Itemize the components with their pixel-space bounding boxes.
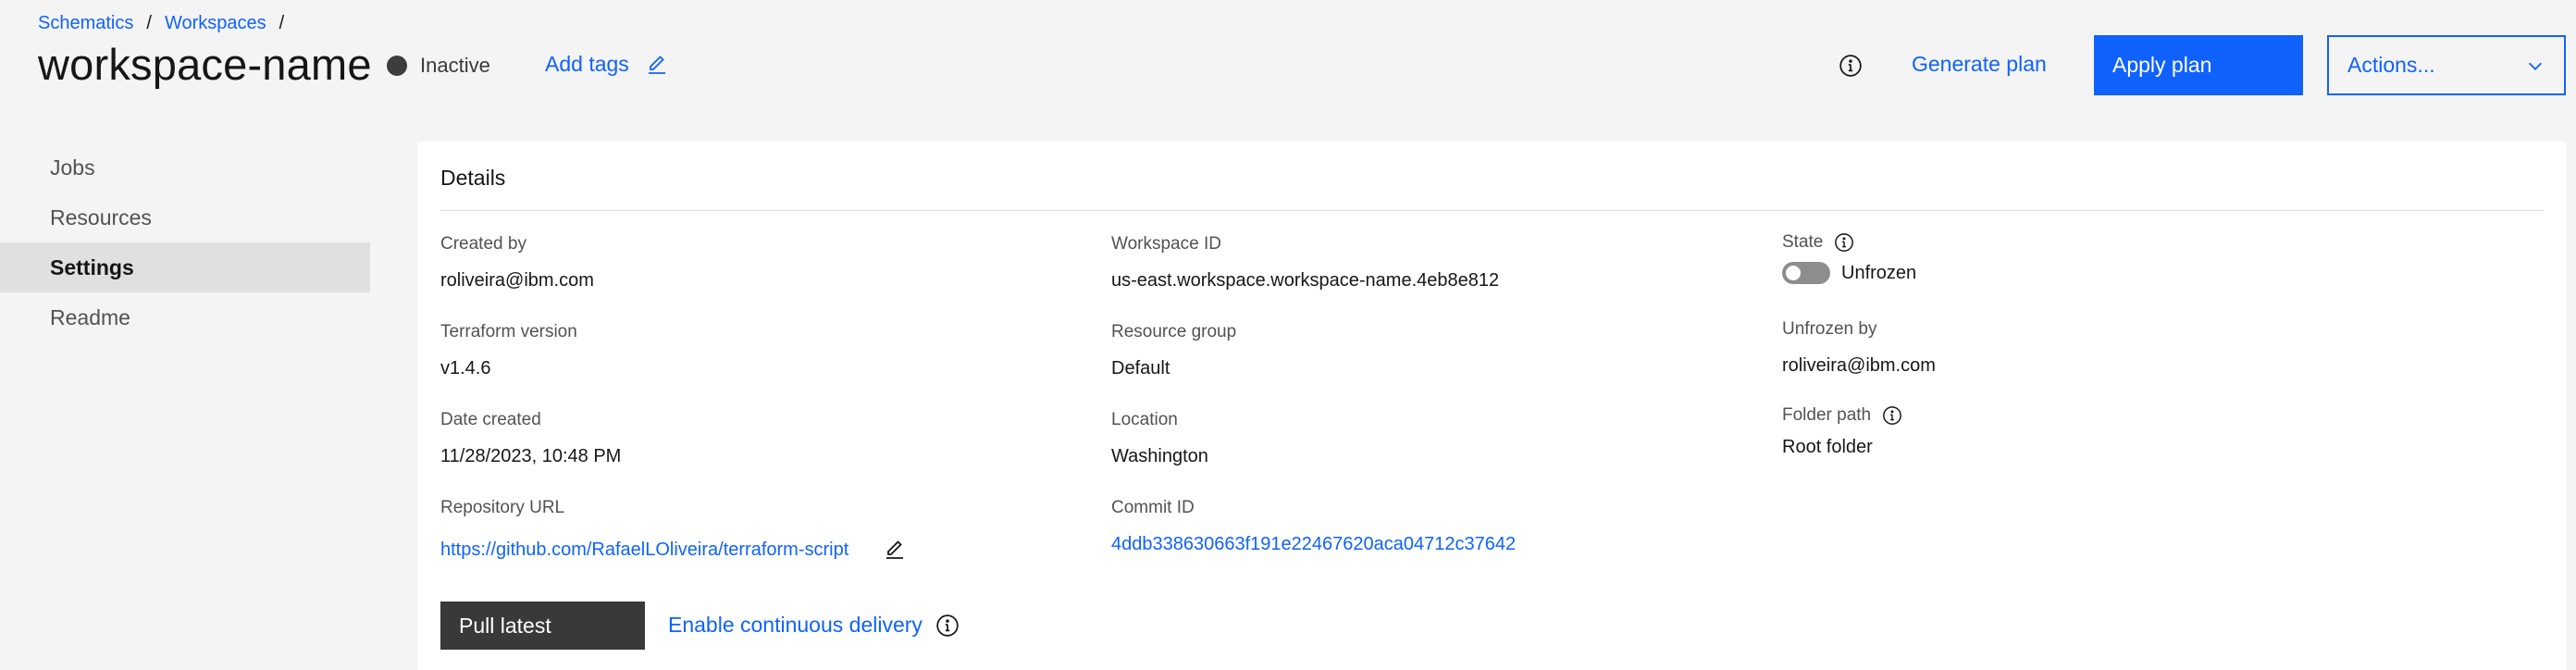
field-value: Root folder [1782, 437, 1873, 457]
state-field: State Unfrozen [1782, 232, 1916, 284]
created-by-field: Created by roliveira@ibm.com [440, 234, 594, 292]
field-value: roliveira@ibm.com [440, 270, 594, 291]
chevron-down-icon [2525, 56, 2545, 76]
edit-icon[interactable] [884, 539, 906, 561]
pull-latest-button[interactable]: Pull latest [440, 602, 645, 650]
repository-url-link[interactable]: https://github.com/RafaelLOliveira/terra… [440, 540, 848, 561]
field-label: Resource group [1111, 322, 1237, 341]
date-created-field: Date created 11/28/2023, 10:48 PM [440, 410, 621, 467]
state-value: Unfrozen [1841, 262, 1917, 283]
breadcrumb-separator: / [146, 13, 152, 33]
apply-plan-button[interactable]: Apply plan [2094, 35, 2303, 95]
details-title: Details [440, 166, 506, 190]
generate-plan-button[interactable]: Generate plan [1912, 52, 2047, 77]
breadcrumb: Schematics / Workspaces / [38, 13, 297, 34]
field-label: Terraform version [440, 322, 577, 341]
status-indicator: Inactive [387, 54, 490, 78]
folder-path-field: Folder path Root folder [1782, 405, 1902, 458]
unfrozen-by-field: Unfrozen by roliveira@ibm.com [1782, 319, 1936, 377]
continuous-delivery-label: Enable continuous delivery [668, 613, 923, 637]
breadcrumb-workspaces[interactable]: Workspaces [165, 13, 266, 34]
field-label: Folder path [1782, 405, 1872, 425]
sidebar: Jobs Resources Settings Readme [0, 143, 370, 342]
actions-label: Actions... [2347, 53, 2435, 77]
actions-dropdown[interactable]: Actions... [2327, 35, 2566, 95]
state-toggle[interactable] [1782, 262, 1830, 284]
breadcrumb-schematics[interactable]: Schematics [38, 13, 133, 34]
commit-id-link[interactable]: 4ddb338630663f191e22467620aca04712c37642 [1111, 534, 1516, 555]
field-value: 11/28/2023, 10:48 PM [440, 446, 622, 466]
add-tags-link[interactable]: Add tags [545, 52, 668, 77]
field-label: Unfrozen by [1782, 319, 1877, 339]
field-label: State [1782, 232, 1824, 252]
field-label: Created by [440, 234, 526, 254]
terraform-version-field: Terraform version v1.4.6 [440, 322, 577, 379]
breadcrumb-separator: / [279, 13, 285, 33]
sidebar-item-readme[interactable]: Readme [0, 292, 370, 342]
field-label: Repository URL [440, 498, 565, 517]
sidebar-item-jobs[interactable]: Jobs [0, 143, 370, 192]
location-field: Location Washington [1111, 410, 1208, 467]
add-tags-label: Add tags [545, 52, 629, 76]
status-dot-icon [387, 56, 407, 76]
info-icon[interactable] [1834, 232, 1854, 253]
field-value: Default [1111, 358, 1170, 378]
page-title: workspace-name [38, 40, 372, 89]
field-value: Washington [1111, 446, 1208, 466]
info-icon[interactable] [935, 614, 960, 638]
field-value: v1.4.6 [440, 358, 491, 378]
info-icon[interactable] [1882, 405, 1902, 426]
divider [440, 210, 2544, 211]
sidebar-item-resources[interactable]: Resources [0, 192, 370, 242]
edit-icon[interactable] [646, 54, 668, 76]
sidebar-item-settings[interactable]: Settings [0, 242, 370, 292]
workspace-id-field: Workspace ID us-east.workspace.workspace… [1111, 234, 1499, 292]
details-panel: Details Created by roliveira@ibm.com Ter… [417, 142, 2567, 670]
info-icon[interactable] [1839, 54, 1863, 78]
field-value: us-east.workspace.workspace-name.4eb8e81… [1111, 270, 1500, 291]
field-label: Date created [440, 410, 541, 429]
field-label: Commit ID [1111, 498, 1195, 517]
enable-continuous-delivery-link[interactable]: Enable continuous delivery [668, 613, 960, 638]
commit-id-field: Commit ID 4ddb338630663f191e22467620aca0… [1111, 498, 1516, 555]
status-label: Inactive [420, 54, 490, 77]
resource-group-field: Resource group Default [1111, 322, 1236, 379]
field-value: roliveira@ibm.com [1782, 355, 1936, 376]
field-label: Workspace ID [1111, 234, 1221, 254]
field-label: Location [1111, 410, 1178, 429]
repository-url-field: Repository URL https://github.com/Rafael… [440, 498, 906, 561]
